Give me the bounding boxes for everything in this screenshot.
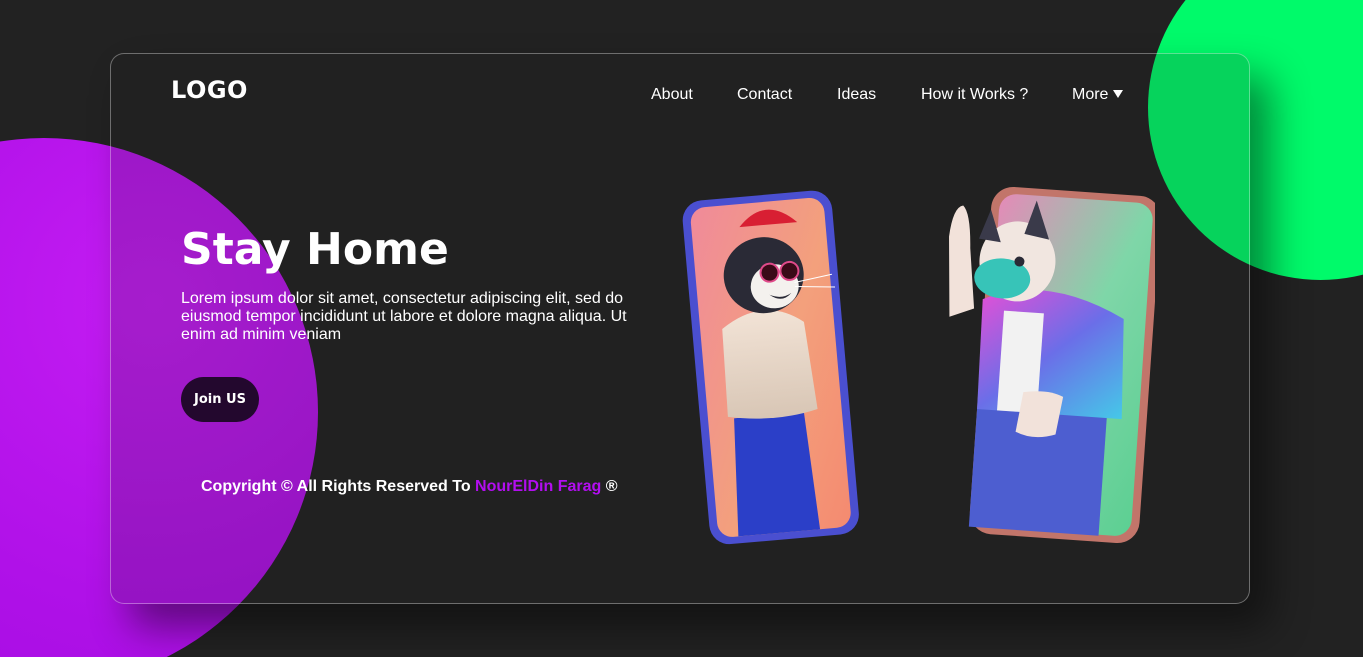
registered-mark: ® [605,478,618,495]
phones-cats-illustration [682,186,1155,545]
nav-more[interactable]: More [1072,86,1124,104]
author-name: NourElDin Farag [475,478,602,495]
nav-about[interactable]: About [651,86,693,104]
landing-page: LOGO About Contact Ideas How it Works ? … [0,0,1363,657]
join-us-button[interactable]: Join US [181,377,259,422]
left-phone [682,190,859,545]
copyright-prefix: Copyright © All Rights Reserved To [201,478,471,495]
nav-contact[interactable]: Contact [737,86,792,104]
hero-description: Lorem ipsum dolor sit amet, consectetur … [181,290,627,343]
hero-title: Stay Home [181,224,449,275]
nav-ideas[interactable]: Ideas [837,86,876,104]
logo[interactable]: LOGO [171,76,248,104]
caret-down-icon [1113,89,1124,98]
right-phone [949,186,1155,544]
nav-how-it-works[interactable]: How it Works ? [921,86,1028,104]
nav-more-label: More [1072,86,1109,103]
copyright-text: Copyright © All Rights Reserved To NourE… [201,478,618,496]
